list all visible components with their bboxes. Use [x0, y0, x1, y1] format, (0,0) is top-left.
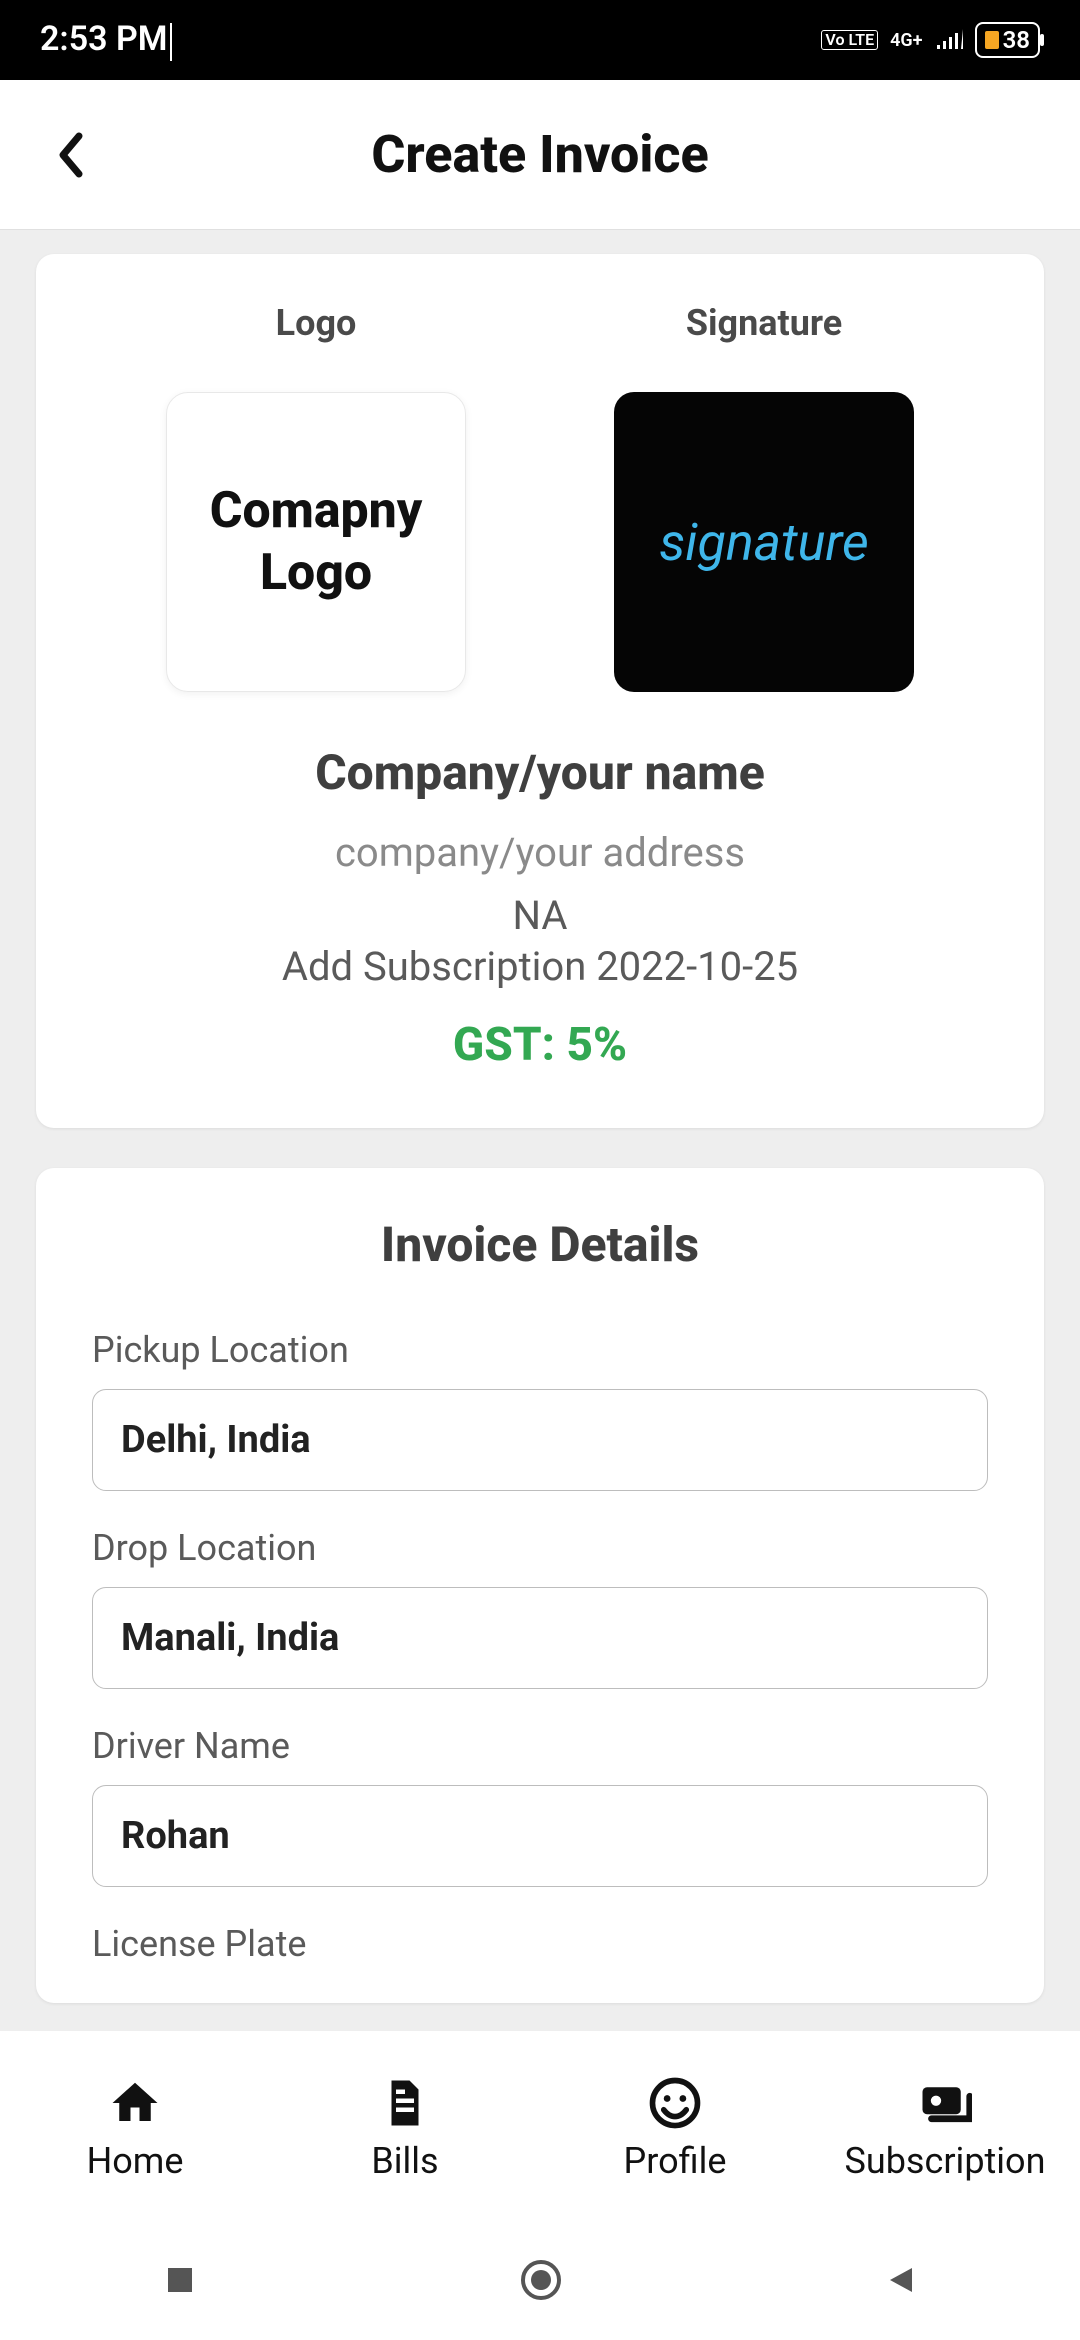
- nav-subscription[interactable]: Subscription: [810, 2076, 1080, 2182]
- pickup-input[interactable]: [92, 1389, 988, 1491]
- drop-input[interactable]: [92, 1587, 988, 1689]
- battery-icon: 38: [975, 22, 1040, 58]
- nav-bills-label: Bills: [371, 2140, 438, 2182]
- drop-label: Drop Location: [92, 1527, 988, 1569]
- logo-upload[interactable]: Comapny Logo: [166, 392, 466, 692]
- logo-label: Logo: [276, 302, 357, 344]
- app-bar: Create Invoice: [0, 80, 1080, 230]
- signature-upload[interactable]: signature: [614, 392, 914, 692]
- nav-bills[interactable]: Bills: [270, 2076, 540, 2182]
- logo-text-2: Logo: [260, 542, 372, 605]
- invoice-details-title: Invoice Details: [92, 1216, 988, 1273]
- status-right: Vo LTE 4G+ 38: [821, 20, 1040, 60]
- signature-text: signature: [659, 512, 869, 573]
- home-icon: [108, 2076, 162, 2130]
- gst-value: GST: 5%: [92, 1018, 988, 1072]
- signature-label: Signature: [686, 302, 842, 344]
- back-system-button[interactable]: [879, 2259, 921, 2301]
- status-time: 2:53 PM: [40, 19, 172, 60]
- network-type: 4G+: [890, 30, 922, 51]
- signal-icon: [935, 20, 963, 60]
- company-card: Logo Comapny Logo Signature signature Co…: [36, 254, 1044, 1128]
- nav-profile-label: Profile: [624, 2140, 727, 2182]
- page-title: Create Invoice: [371, 124, 708, 185]
- nav-home-label: Home: [87, 2140, 184, 2182]
- signature-column: Signature signature: [614, 302, 914, 692]
- company-name: Company/your name: [92, 744, 988, 801]
- bottom-nav: Home Bills Profile Subscription: [0, 2030, 1080, 2220]
- time-text: 2:53 PM: [40, 19, 168, 59]
- nav-profile[interactable]: Profile: [540, 2076, 810, 2182]
- home-button[interactable]: [519, 2259, 561, 2301]
- volte-icon: Vo LTE: [821, 30, 878, 50]
- company-address: company/your address: [92, 829, 988, 876]
- pickup-label: Pickup Location: [92, 1329, 988, 1371]
- chevron-left-icon: [55, 132, 85, 178]
- nav-subscription-label: Subscription: [845, 2140, 1046, 2182]
- content-area: Logo Comapny Logo Signature signature Co…: [0, 230, 1080, 2030]
- back-button[interactable]: [40, 125, 100, 185]
- na-text: NA: [92, 892, 988, 939]
- battery-text: 38: [1003, 26, 1030, 54]
- logo-column: Logo Comapny Logo: [166, 302, 466, 692]
- document-icon: [378, 2076, 432, 2130]
- driver-input[interactable]: [92, 1785, 988, 1887]
- smile-icon: [648, 2076, 702, 2130]
- subscription-line: Add Subscription 2022-10-25: [92, 943, 988, 990]
- nav-home[interactable]: Home: [0, 2076, 270, 2182]
- status-bar: 2:53 PM Vo LTE 4G+ 38: [0, 0, 1080, 80]
- payment-icon: [918, 2076, 972, 2130]
- driver-label: Driver Name: [92, 1725, 988, 1767]
- recent-apps-button[interactable]: [159, 2259, 201, 2301]
- license-label: License Plate: [92, 1923, 988, 1965]
- system-nav: [0, 2220, 1080, 2340]
- invoice-details-card: Invoice Details Pickup Location Drop Loc…: [36, 1168, 1044, 2003]
- logo-text-1: Comapny: [210, 480, 423, 543]
